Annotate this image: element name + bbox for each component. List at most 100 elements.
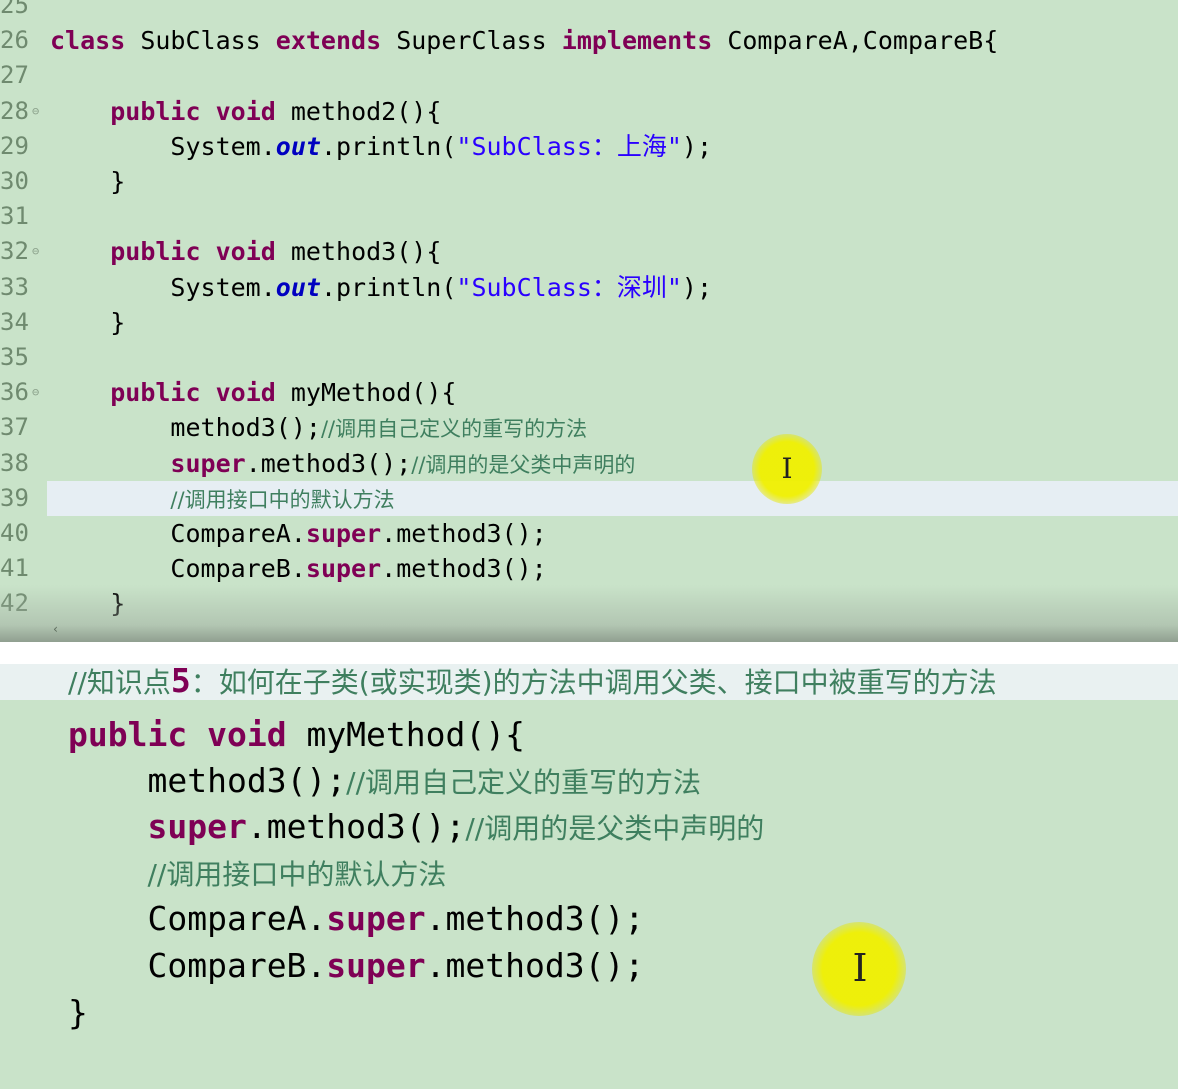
line-number: 27: [0, 61, 29, 90]
keyword-token: public: [110, 96, 201, 126]
slide-code-line: }: [68, 990, 88, 1036]
keyword-token: void: [215, 96, 276, 126]
code-line[interactable]: }: [50, 164, 125, 199]
keyword-token: extends: [275, 26, 382, 56]
code-line[interactable]: System.out.println("SubClass：上海");: [50, 129, 712, 164]
line-number: 33: [0, 272, 29, 301]
code-line[interactable]: public void myMethod(){: [50, 375, 456, 410]
line-number: 38: [0, 448, 29, 477]
code-line[interactable]: public void method3(){: [50, 234, 441, 269]
keyword-token: super: [170, 448, 246, 478]
code-token: .method3();: [425, 899, 645, 938]
keyword-token: void: [215, 378, 276, 408]
code-token: .method3();: [381, 519, 547, 548]
keyword-token: super: [305, 519, 382, 548]
code-line[interactable]: CompareA.super.method3();: [50, 516, 547, 551]
code-token: SubClass: [125, 26, 276, 56]
slide-code-line: super.method3();//调用的是父类中声明的: [68, 804, 764, 850]
fold-toggle-icon[interactable]: ⊖: [32, 234, 42, 269]
code-token: method3();: [170, 413, 321, 443]
keyword-token: public: [110, 378, 201, 408]
keyword-token: super: [326, 946, 426, 985]
line-number: 25: [0, 0, 29, 19]
code-token: CompareB.: [170, 554, 306, 584]
slide-code-line: CompareA.super.method3();: [68, 896, 644, 942]
field-token: out: [275, 272, 321, 302]
fold-toggle-icon[interactable]: ⊖: [32, 94, 42, 129]
text-cursor-icon: I: [781, 452, 793, 485]
code-token: method3(){: [275, 237, 442, 267]
slide-heading-comment: //知识点5：如何在子类(或实现类)的方法中调用父类、接口中被重写的方法: [68, 664, 997, 704]
code-token: );: [681, 131, 713, 161]
comment-token: //调用接口中的默认方法: [147, 858, 447, 891]
code-token: .println(: [320, 131, 457, 161]
slide-code-line: method3();//调用自己定义的重写的方法: [68, 758, 701, 804]
code-token: myMethod(){: [286, 715, 525, 754]
code-line[interactable]: }: [50, 305, 125, 340]
code-token: .method3();: [246, 807, 466, 846]
line-number: 29: [0, 131, 29, 160]
code-line[interactable]: System.out.println("SubClass：深圳");: [50, 270, 712, 305]
text-cursor-icon: I: [852, 946, 868, 990]
code-line[interactable]: class SubClass extends SuperClass implem…: [50, 23, 998, 58]
comment-token: //调用自己定义的重写的方法: [320, 417, 588, 442]
line-number: 35: [0, 343, 29, 371]
code-token: CompareB.: [147, 946, 327, 985]
keyword-token: public: [68, 715, 188, 754]
line-number: 26: [0, 26, 29, 55]
fold-toggle-icon[interactable]: ⊖: [32, 375, 42, 410]
line-number: 31: [0, 202, 29, 231]
slide-code-line: //调用接口中的默认方法: [68, 850, 446, 896]
scroll-left-arrow-icon[interactable]: ‹: [52, 622, 64, 636]
code-line[interactable]: public void method2(){: [50, 94, 441, 129]
line-number: 34: [0, 307, 29, 336]
code-token: }: [68, 993, 88, 1032]
comment-token: ：如何在子类(或实现类)的方法中调用父类、接口中被重写的方法: [190, 666, 997, 699]
keyword-token: void: [207, 715, 287, 754]
comment-token: //知识点: [68, 666, 171, 699]
code-token: );: [681, 272, 713, 302]
keyword-token: super: [305, 554, 382, 584]
code-line[interactable]: //调用接口中的默认方法: [50, 481, 394, 516]
line-number: 39: [0, 483, 29, 512]
slide-code-line: public void myMethod(){: [68, 712, 525, 758]
code-token: SuperClass: [381, 26, 562, 56]
code-token: method2(){: [275, 96, 442, 126]
code-line[interactable]: super.method3();//调用的是父类中声明的: [50, 446, 635, 481]
string-token: "SubClass：上海": [456, 131, 682, 161]
code-token: }: [110, 167, 126, 196]
horizontal-scrollbar[interactable]: [0, 585, 1178, 642]
code-token: }: [110, 307, 126, 337]
code-line[interactable]: method3();//调用自己定义的重写的方法: [50, 410, 587, 445]
code-token: System.: [170, 272, 276, 302]
code-token: .method3();: [381, 554, 547, 584]
keyword-token: class: [50, 26, 126, 56]
divider: [0, 642, 1178, 664]
code-token: .println(: [320, 272, 457, 302]
code-editor[interactable]: 25 26 class SubClass extends SuperClass im…: [0, 0, 1178, 642]
code-token: myMethod(){: [275, 378, 457, 408]
comment-token: //调用的是父类中声明的: [411, 452, 636, 477]
string-token: "SubClass：深圳": [456, 272, 682, 302]
code-token: CompareA,CompareB{: [712, 26, 999, 56]
code-token: .method3();: [245, 448, 412, 478]
keyword-token: void: [215, 237, 276, 267]
code-token: method3();: [147, 761, 347, 800]
code-line[interactable]: CompareB.super.method3();: [50, 551, 547, 586]
code-token: System.: [170, 131, 276, 161]
